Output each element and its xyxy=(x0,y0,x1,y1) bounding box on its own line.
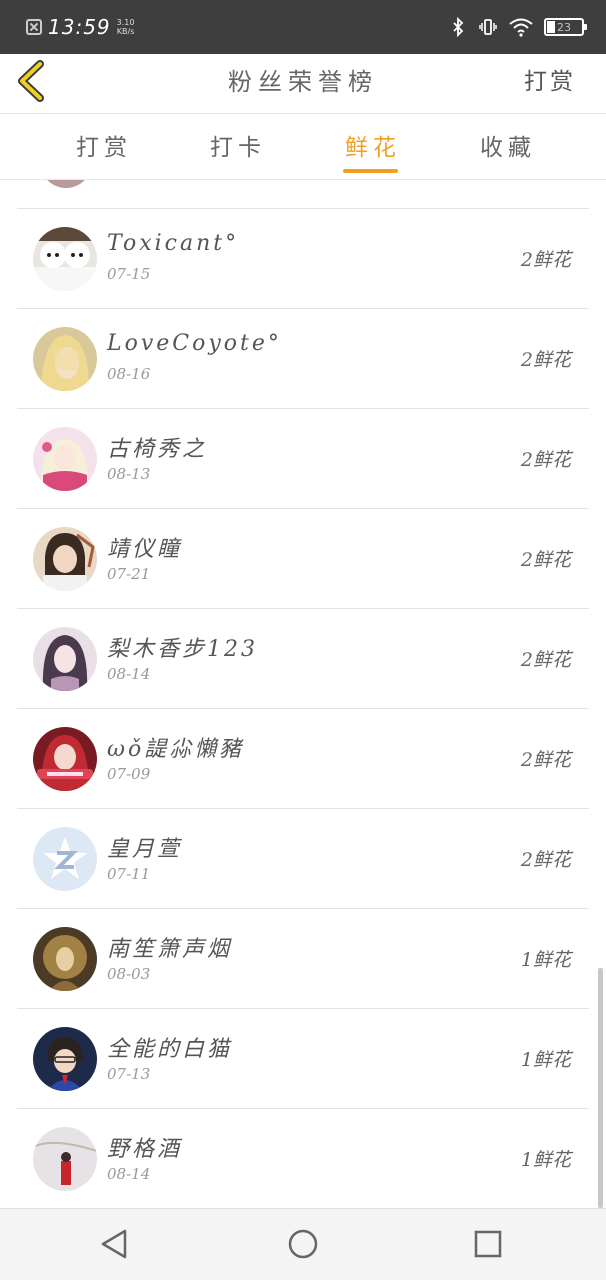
tab-checkin[interactable]: 打卡 xyxy=(210,128,266,162)
fan-row[interactable]: 皇月萱 07-11 2鲜花 xyxy=(17,808,589,908)
fan-row[interactable]: ωǒ諟尛懶豬 07-09 2鲜花 xyxy=(17,708,589,808)
fan-date: 07-21 xyxy=(107,565,151,583)
flower-count: 2鲜花 xyxy=(520,449,571,471)
fan-date: 07-11 xyxy=(107,865,151,883)
avatar xyxy=(33,527,97,591)
avatar xyxy=(33,727,97,791)
fan-date: 08-03 xyxy=(107,965,151,983)
bluetooth-icon xyxy=(453,17,464,37)
fan-row[interactable]: Toxicant° 07-15 2鲜花 xyxy=(17,208,589,308)
fan-date: 07-09 xyxy=(107,765,151,783)
fan-name: 皇月萱 xyxy=(107,837,183,862)
flower-count: 1鲜花 xyxy=(520,1049,571,1071)
reward-button[interactable]: 打赏 xyxy=(524,62,576,96)
tab-reward[interactable]: 打赏 xyxy=(76,128,132,162)
fan-name: ωǒ諟尛懶豬 xyxy=(107,737,245,762)
avatar xyxy=(33,227,97,291)
flower-count: 1鲜花 xyxy=(520,1149,571,1171)
flower-count: 2鲜花 xyxy=(520,649,571,671)
avatar xyxy=(33,1027,97,1091)
page-title: 粉丝荣誉榜 xyxy=(228,68,378,96)
battery-icon: 23 xyxy=(544,18,587,36)
fan-row[interactable]: 全能的白猫 07-13 1鲜花 xyxy=(17,1008,589,1108)
fan-row[interactable]: 野格酒 08-14 1鲜花 xyxy=(17,1108,589,1208)
avatar-partial xyxy=(40,180,92,188)
fan-date: 08-13 xyxy=(107,465,151,483)
system-nav-bar xyxy=(0,1208,606,1280)
net-speed-value: 3.10 xyxy=(116,18,135,27)
fan-row[interactable]: 靖仪瞳 07-21 2鲜花 xyxy=(17,508,589,608)
flower-count: 2鲜花 xyxy=(520,349,571,371)
fan-row[interactable]: 古椅秀之 08-13 2鲜花 xyxy=(17,408,589,508)
avatar xyxy=(33,427,97,491)
fan-name: Toxicant° xyxy=(107,231,240,256)
fan-date: 07-15 xyxy=(107,265,151,283)
notification-icon xyxy=(26,19,42,35)
flower-count: 2鲜花 xyxy=(520,849,571,871)
avatar xyxy=(33,1127,97,1191)
fan-row[interactable]: 南笙箫声烟 08-03 1鲜花 xyxy=(17,908,589,1008)
flower-count: 2鲜花 xyxy=(520,749,571,771)
battery-level: 23 xyxy=(557,20,571,34)
fan-date: 07-13 xyxy=(107,1065,151,1083)
net-speed-unit: KB/s xyxy=(116,27,135,36)
fan-list[interactable]: Toxicant° 07-15 2鲜花 LoveCoyote° 08-16 2鲜… xyxy=(0,180,606,1208)
avatar xyxy=(33,327,97,391)
flower-count: 1鲜花 xyxy=(520,949,571,971)
tab-collection[interactable]: 收藏 xyxy=(480,128,536,162)
flower-count: 2鲜花 xyxy=(520,549,571,571)
tab-flowers[interactable]: 鲜花 xyxy=(345,128,401,162)
fan-name: LoveCoyote° xyxy=(107,331,282,356)
fan-row[interactable]: 梨木香步123 08-14 2鲜花 xyxy=(17,608,589,708)
recents-square-icon[interactable] xyxy=(471,1227,505,1261)
wifi-icon xyxy=(509,18,533,37)
fan-name: 梨木香步123 xyxy=(107,637,258,662)
fan-name: 靖仪瞳 xyxy=(107,537,183,562)
fan-name: 野格酒 xyxy=(107,1137,183,1162)
fan-row[interactable]: LoveCoyote° 08-16 2鲜花 xyxy=(17,308,589,408)
app-bar: 粉丝荣誉榜 打赏 xyxy=(0,54,606,114)
avatar xyxy=(33,927,97,991)
tab-bar: 打赏 打卡 鲜花 收藏 xyxy=(0,114,606,180)
avatar xyxy=(33,627,97,691)
fan-name: 全能的白猫 xyxy=(107,1037,233,1062)
home-circle-icon[interactable] xyxy=(286,1227,320,1261)
scrollbar[interactable] xyxy=(598,968,603,1208)
fan-name: 南笙箫声烟 xyxy=(107,937,233,962)
fan-date: 08-14 xyxy=(107,665,151,683)
avatar xyxy=(33,827,97,891)
net-speed: 3.10 KB/s xyxy=(117,18,135,36)
status-bar: 13:59 3.10 KB/s 23 xyxy=(0,0,606,54)
fan-date: 08-14 xyxy=(107,1165,151,1183)
vibrate-icon xyxy=(479,19,497,35)
active-tab-indicator xyxy=(343,169,398,173)
status-time: 13:59 xyxy=(48,15,111,39)
fan-name: 古椅秀之 xyxy=(107,437,208,462)
back-triangle-icon[interactable] xyxy=(98,1227,132,1261)
fan-date: 08-16 xyxy=(107,365,151,383)
flower-count: 2鲜花 xyxy=(520,249,571,271)
